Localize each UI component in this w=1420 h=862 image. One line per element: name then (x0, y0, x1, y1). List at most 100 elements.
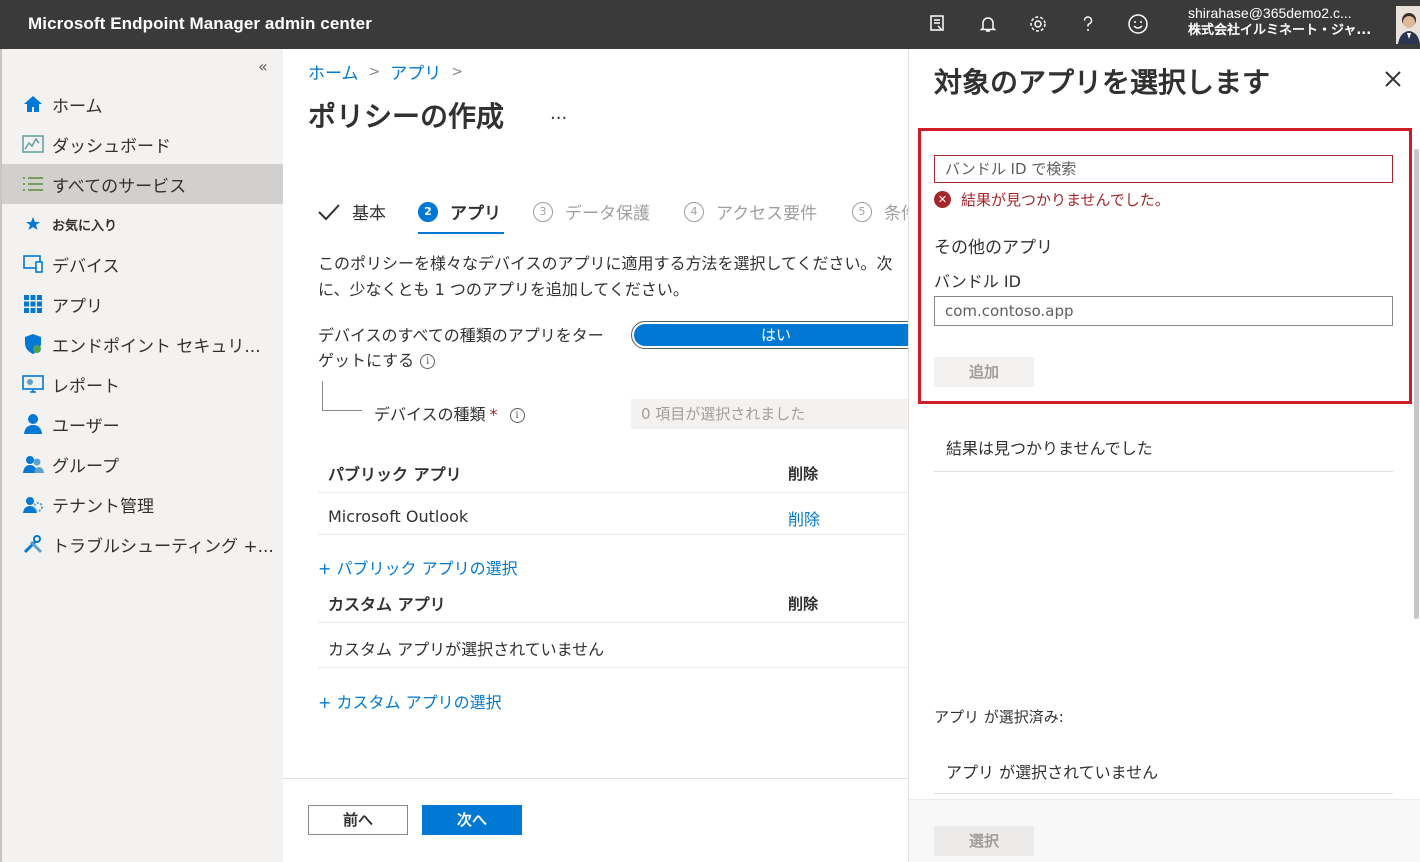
sidebar-item-label: ホーム (52, 96, 103, 117)
add-button[interactable]: 追加 (934, 357, 1034, 387)
breadcrumb: ホーム > アプリ > (308, 59, 463, 85)
checkmark-icon (318, 203, 340, 221)
sidebar-item-label: お気に入り (52, 218, 118, 234)
step-label: アクセス要件 (716, 204, 818, 224)
sidebar-item-endpoint-security[interactable]: エンドポイント セキュリ... (2, 324, 283, 364)
sidebar-item-devices[interactable]: デバイス (2, 244, 283, 284)
gear-icon[interactable] (1026, 12, 1050, 36)
sidebar: « ホーム ダッシュボード すべてのサービス お気に入り デバイス アプリ エン… (0, 49, 283, 862)
dashboard-icon (20, 133, 46, 155)
footer-divider (283, 778, 908, 779)
page-title: ポリシーの作成 (308, 100, 505, 133)
remove-column: 削除 (788, 595, 819, 613)
bundle-search-input[interactable]: バンドル ID で検索 (934, 155, 1393, 183)
user-icon (20, 413, 46, 435)
list-icon (20, 173, 46, 195)
table-row: カスタム アプリが選択されていません (318, 624, 918, 668)
sidebar-item-users[interactable]: ユーザー (2, 404, 283, 444)
scrollbar[interactable] (1412, 149, 1420, 799)
custom-apps-column: カスタム アプリ (328, 595, 446, 614)
table-row: Microsoft Outlook 削除 (318, 495, 918, 535)
selected-apps-label: アプリ が選択済み: (934, 708, 1064, 726)
step-number: 4 (684, 201, 704, 222)
select-custom-apps-link[interactable]: + カスタム アプリの選択 (318, 689, 502, 713)
device-type-label: デバイスの種類 * i (374, 401, 525, 425)
report-icon (20, 373, 46, 395)
sidebar-item-home[interactable]: ホーム (2, 84, 283, 124)
breadcrumb-apps[interactable]: アプリ (390, 59, 441, 84)
next-button[interactable]: 次へ (422, 805, 522, 835)
sidebar-item-troubleshooting[interactable]: トラブルシューティング +... (2, 524, 283, 564)
sidebar-item-label: アプリ (52, 296, 103, 317)
step-access-requirements[interactable]: 4 アクセス要件 (684, 199, 817, 224)
chevron-right-icon: > (451, 63, 463, 80)
remove-link[interactable]: 削除 (788, 506, 820, 530)
scrollbar-thumb[interactable] (1414, 149, 1419, 619)
required-mark: * (489, 405, 498, 424)
chevron-right-icon: > (368, 63, 381, 80)
step-apps[interactable]: 2 アプリ (418, 199, 501, 224)
public-apps-column: パブリック アプリ (328, 465, 462, 484)
bell-icon[interactable] (976, 12, 1000, 36)
sidebar-item-label: レポート (52, 376, 120, 397)
sidebar-item-label: ダッシュボード (52, 136, 171, 157)
select-button[interactable]: 選択 (934, 826, 1034, 856)
panel-title: 対象のアプリを選択します (934, 66, 1271, 99)
select-public-apps-link[interactable]: + パブリック アプリの選択 (318, 555, 518, 579)
remove-column: 削除 (788, 465, 819, 483)
app-title[interactable]: Microsoft Endpoint Manager admin center (28, 14, 372, 34)
sidebar-item-reports[interactable]: レポート (2, 364, 283, 404)
devices-icon (20, 253, 46, 275)
device-type-dropdown[interactable]: 0 項目が選択されました (631, 399, 921, 429)
breadcrumb-home[interactable]: ホーム (308, 59, 359, 84)
sidebar-item-tenant-admin[interactable]: テナント管理 (2, 484, 283, 524)
custom-apps-empty: カスタム アプリが選択されていません (328, 640, 605, 659)
smiley-icon[interactable] (1126, 12, 1150, 36)
target-all-label: デバイスのすべての種類のアプリをターゲットにする i (318, 323, 618, 373)
sidebar-item-label: デバイス (52, 256, 120, 277)
more-options-button[interactable]: ... (550, 103, 567, 124)
home-icon (20, 93, 46, 115)
sidebar-item-label: エンドポイント セキュリ... (52, 336, 261, 357)
no-results-text: 結果は見つかりませんでした (934, 436, 1393, 472)
user-email: shirahase@365demo2.c... (1188, 5, 1352, 21)
sidebar-item-label: ユーザー (52, 416, 120, 437)
sidebar-item-label: トラブルシューティング +... (52, 536, 274, 557)
help-icon[interactable] (1076, 12, 1100, 36)
info-icon[interactable]: i (509, 408, 525, 423)
sidebar-item-all-services[interactable]: すべてのサービス (2, 164, 283, 204)
step-number: 3 (533, 201, 553, 222)
target-all-toggle[interactable]: はい (631, 321, 921, 349)
no-apps-selected-text: アプリ が選択されていません (934, 760, 1393, 794)
user-org: 株式会社イルミネート・ジャ... (1188, 23, 1372, 38)
public-apps-header: パブリック アプリ 削除 (318, 449, 918, 493)
sidebar-item-favorites[interactable]: お気に入り (2, 204, 283, 244)
panel-footer: 選択 (909, 799, 1420, 862)
account-menu[interactable]: shirahase@365demo2.c... 株式会社イルミネート・ジャ... (1188, 5, 1388, 39)
step-data-protection[interactable]: 3 データ保護 (533, 199, 650, 224)
step-number: 2 (418, 201, 438, 222)
collapse-sidebar-button[interactable]: « (258, 57, 268, 76)
policy-description: このポリシーを様々なデバイスのアプリに適用する方法を選択してください。次に、少な… (318, 254, 893, 299)
sidebar-item-label: すべてのサービス (52, 176, 187, 197)
avatar[interactable] (1396, 6, 1420, 44)
sidebar-item-groups[interactable]: グループ (2, 444, 283, 484)
bundle-id-field[interactable]: com.contoso.app (934, 296, 1393, 326)
top-bar: Microsoft Endpoint Manager admin center … (0, 0, 1420, 49)
close-icon[interactable] (1383, 67, 1403, 95)
previous-button[interactable]: 前へ (308, 805, 408, 835)
step-basics[interactable]: 基本 (318, 199, 386, 224)
toggle-yes-option[interactable]: はい (634, 324, 918, 346)
group-icon (20, 453, 46, 475)
sidebar-item-apps[interactable]: アプリ (2, 284, 283, 324)
feedback-icon[interactable] (926, 12, 950, 36)
shield-icon (20, 333, 46, 355)
sidebar-item-label: テナント管理 (52, 496, 154, 517)
tools-icon (20, 533, 46, 555)
app-name: Microsoft Outlook (328, 507, 469, 526)
step-label: アプリ (450, 204, 501, 224)
error-text: 結果が見つかりませんでした。 (961, 191, 1170, 209)
active-step-underline (418, 232, 504, 234)
sidebar-item-dashboard[interactable]: ダッシュボード (2, 124, 283, 164)
info-icon[interactable]: i (420, 354, 436, 369)
